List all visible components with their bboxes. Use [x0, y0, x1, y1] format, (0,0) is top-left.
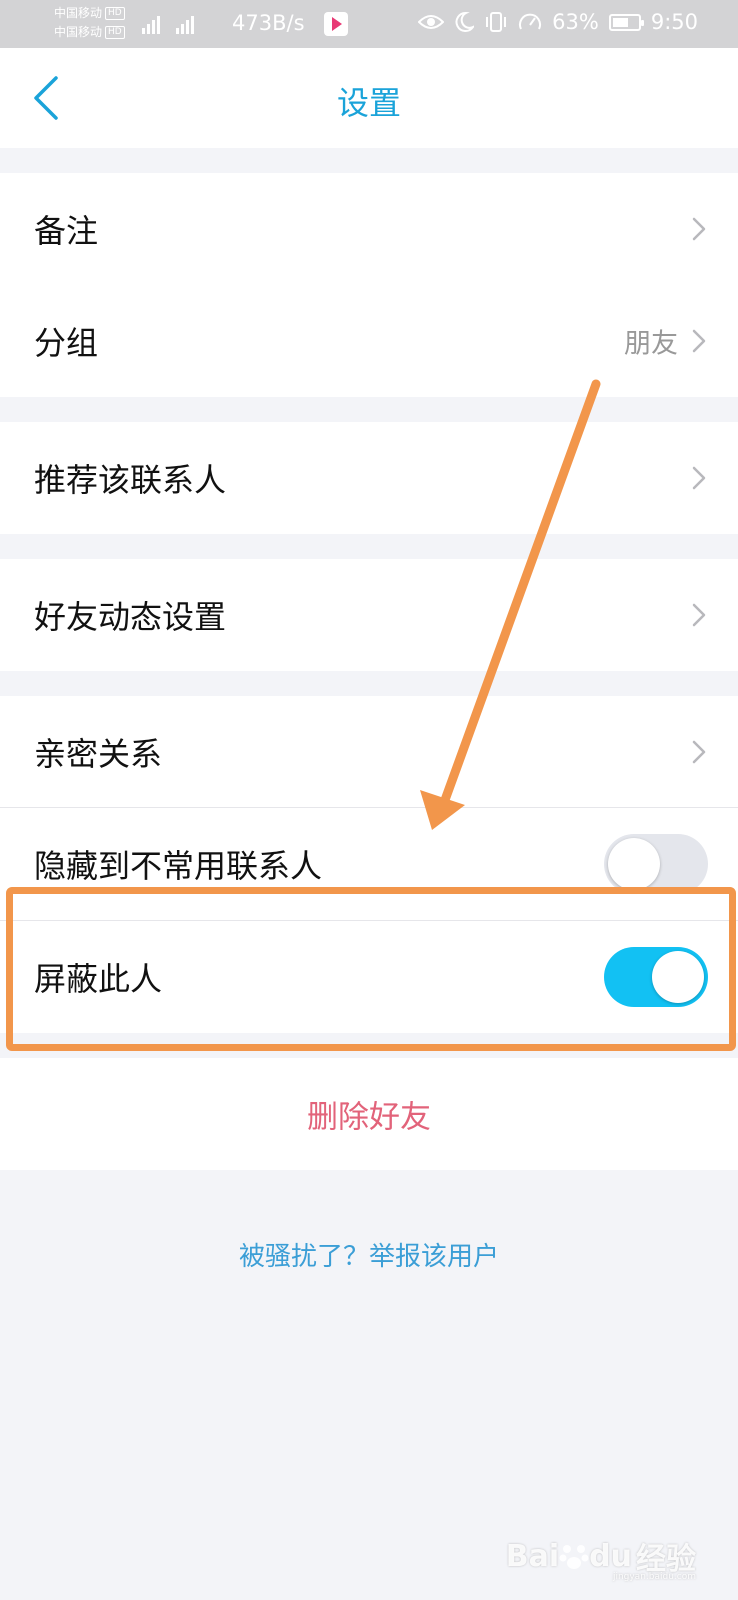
- friend-moments-settings-label: 好友动态设置: [34, 598, 227, 636]
- clock: 9:50: [650, 10, 698, 34]
- watermark-brand: Bai: [505, 1538, 560, 1574]
- speedometer-icon: [519, 13, 542, 30]
- remark-label: 备注: [34, 212, 99, 250]
- friend-moments-settings-row[interactable]: 好友动态设置: [0, 559, 738, 671]
- vibrate-icon: [486, 12, 507, 32]
- nav-header: 设置: [0, 48, 738, 148]
- chevron-right-icon: [692, 603, 706, 627]
- toggle-knob: [652, 951, 704, 1003]
- battery-icon: [608, 13, 644, 31]
- eye-icon: [418, 15, 445, 29]
- chevron-right-icon: [692, 217, 706, 241]
- chevron-right-icon: [692, 740, 706, 764]
- carrier-info: 中国移动 HD 中国移动 HD: [54, 4, 125, 42]
- delete-friend-button[interactable]: 删除好友: [0, 1058, 738, 1170]
- status-bar: 中国移动 HD 中国移动 HD 473B/s 63% 9:50: [0, 0, 738, 48]
- watermark-brand-suffix: du: [589, 1538, 632, 1574]
- group-value: 朋友: [624, 328, 678, 360]
- chevron-right-icon: [692, 329, 706, 353]
- signal-bars-icon: [142, 12, 160, 34]
- intimate-relationship-label: 亲密关系: [34, 735, 163, 773]
- signal-indicators: [142, 12, 204, 39]
- group-label: 分组: [34, 324, 99, 362]
- hide-contact-label: 隐藏到不常用联系人: [34, 847, 323, 885]
- watermark-url: jingyan.baidu.com: [612, 1572, 696, 1582]
- battery-percent: 63%: [552, 10, 599, 34]
- network-speed: 473B/s: [232, 11, 305, 35]
- report-user-link[interactable]: 被骚扰了？举报该用户: [0, 1236, 738, 1273]
- status-right: 63% 9:50: [418, 10, 698, 34]
- battery-fill: [612, 17, 628, 27]
- chevron-right-icon: [692, 466, 706, 490]
- carrier-2: 中国移动: [54, 25, 103, 39]
- hd-badge: HD: [105, 7, 125, 20]
- recommend-contact-label: 推荐该联系人: [34, 461, 227, 499]
- hide-contact-toggle[interactable]: [604, 834, 708, 894]
- baidu-jingyan-watermark: Bai du 经验 jingyan.baidu.com: [505, 1534, 696, 1583]
- remark-row[interactable]: 备注: [0, 173, 738, 285]
- hide-contact-row: 隐藏到不常用联系人: [0, 808, 738, 920]
- toggle-knob: [608, 838, 660, 890]
- hd-badge: HD: [105, 26, 125, 39]
- signal-bars-icon: [176, 12, 195, 34]
- page-title: 设置: [336, 84, 401, 122]
- youku-app-icon: [324, 12, 348, 36]
- moon-icon: [455, 11, 475, 32]
- delete-friend-label: 删除好友: [307, 1099, 431, 1136]
- carrier-1: 中国移动: [54, 6, 103, 20]
- intimate-relationship-row[interactable]: 亲密关系: [0, 696, 738, 808]
- group-row[interactable]: 分组 朋友: [0, 285, 738, 397]
- block-user-toggle[interactable]: [604, 947, 708, 1007]
- recommend-contact-row[interactable]: 推荐该联系人: [0, 422, 738, 534]
- paw-icon: [559, 1545, 589, 1569]
- block-user-label: 屏蔽此人: [34, 960, 163, 998]
- block-user-row: 屏蔽此人: [0, 921, 738, 1033]
